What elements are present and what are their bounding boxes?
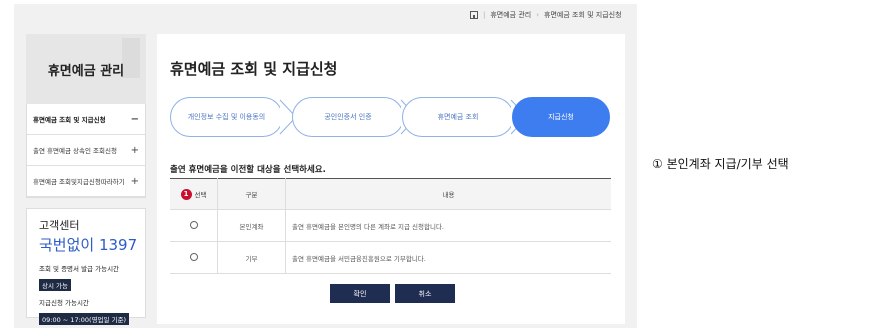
breadcrumb-item-current[interactable]: 휴면예금 조회 및 지급신청 (544, 10, 622, 20)
sidebar-item-label: 출연 휴면예금 상속인 조회신청 (33, 147, 117, 155)
step-inquiry: 휴면예금 조회 (402, 97, 514, 137)
breadcrumb-separator: › (536, 11, 540, 19)
inquiry-hours-label: 조회 및 증명서 발급 가능시간 (39, 265, 120, 273)
step-label: 휴면예금 조회 (437, 113, 479, 121)
step-number-badge: 1 (180, 188, 192, 200)
header-content: 내용 (285, 178, 611, 210)
radio-own-account[interactable] (189, 220, 198, 229)
header-type: 구분 (217, 178, 286, 210)
breadcrumb-item[interactable]: 휴면예금 관리 (490, 10, 531, 20)
step-certificate: 공인인증서 인증 (292, 97, 404, 137)
type-cell: 본인계좌 (217, 209, 286, 242)
radio-donation[interactable] (189, 252, 198, 261)
sidebar-item-heir-inquiry[interactable]: 출연 휴면예금 상속인 조회신청 + (27, 135, 145, 166)
table-row: 본인계좌 출연 휴면예금을 본인명의 다른 계좌로 지급 신청합니다. (170, 209, 611, 242)
table-row: 기부 출연 휴면예금을 서민금융진흥원으로 기부합니다. (170, 241, 611, 274)
payment-hours-badge: 09:00 ~ 17:00(영업일 기준) (39, 313, 130, 325)
section-title: 출연 휴면예금을 이전할 대상을 선택하세요. (170, 165, 326, 175)
content-cell: 출연 휴면예금을 서민금융진흥원으로 기부합니다. (285, 241, 611, 274)
header-select: 1 선택 (170, 178, 218, 210)
step-label: 개인정보 수집 및 이용동의 (187, 113, 266, 121)
type-cell: 기부 (217, 241, 286, 274)
sidebar-header: 휴면예금 관리 (26, 34, 146, 104)
sidebar-item-label: 휴면예금 조회 및 지급신청 (33, 116, 106, 124)
sidebar-item-dormant-inquiry[interactable]: 휴면예금 조회 및 지급신청 − (27, 104, 145, 135)
payment-hours-label: 지급신청 가능시간 (39, 299, 89, 307)
customer-center-title: 고객센터 (39, 219, 80, 232)
step-indicator: 개인정보 수집 및 이용동의 공인인증서 인증 휴면예금 조회 지급신청 (170, 97, 620, 137)
customer-center-phone: 국번없이 1397 (39, 236, 138, 254)
content-cell: 출연 휴면예금을 본인명의 다른 계좌로 지급 신청합니다. (285, 209, 611, 242)
cancel-button[interactable]: 취소 (395, 284, 455, 303)
sidebar-item-guide[interactable]: 휴면예금 조회및지급신청따라하기 + (27, 166, 145, 197)
header-select-label: 선택 (194, 191, 207, 199)
confirm-button[interactable]: 확인 (330, 284, 390, 303)
expand-icon: + (130, 175, 139, 187)
step-label: 지급신청 (548, 113, 574, 121)
inquiry-hours-badge: 상시 가능 (39, 279, 71, 291)
sidebar-item-label: 휴면예금 조회및지급신청따라하기 (33, 178, 125, 186)
building-graphic (122, 38, 140, 78)
step-label: 공인인증서 인증 (324, 113, 372, 121)
breadcrumb: | 휴면예금 관리 › 휴면예금 조회 및 지급신청 (470, 7, 630, 23)
customer-center-box: 고객센터 국번없이 1397 조회 및 증명서 발급 가능시간 상시 가능 지급… (26, 208, 146, 325)
expand-icon: + (130, 144, 139, 156)
step-consent: 개인정보 수집 및 이용동의 (170, 97, 283, 137)
home-icon[interactable] (470, 11, 478, 19)
table-header-row: 1 선택 구분 내용 (170, 178, 611, 210)
main-content: 휴면예금 조회 및 지급신청 개인정보 수집 및 이용동의 공인인증서 인증 휴… (157, 34, 625, 324)
breadcrumb-separator: | (483, 11, 486, 19)
sidebar-menu: 휴면예금 조회 및 지급신청 − 출연 휴면예금 상속인 조회신청 + 휴면예금… (26, 104, 146, 198)
select-cell (170, 241, 218, 274)
page-title: 휴면예금 조회 및 지급신청 (170, 60, 338, 78)
select-cell (170, 209, 218, 242)
sidebar: 휴면예금 관리 휴면예금 조회 및 지급신청 − 출연 휴면예금 상속인 조회신… (26, 34, 146, 325)
selection-table: 1 선택 구분 내용 본인계좌 출연 휴면예금을 본인명의 다른 계좌로 지급 … (170, 178, 611, 274)
sidebar-title: 휴면예금 관리 (47, 63, 125, 79)
collapse-icon: − (130, 113, 139, 125)
annotation-caption: ① 본인계좌 지급/기부 선택 (652, 157, 789, 171)
step-payment-request: 지급신청 (512, 97, 610, 137)
